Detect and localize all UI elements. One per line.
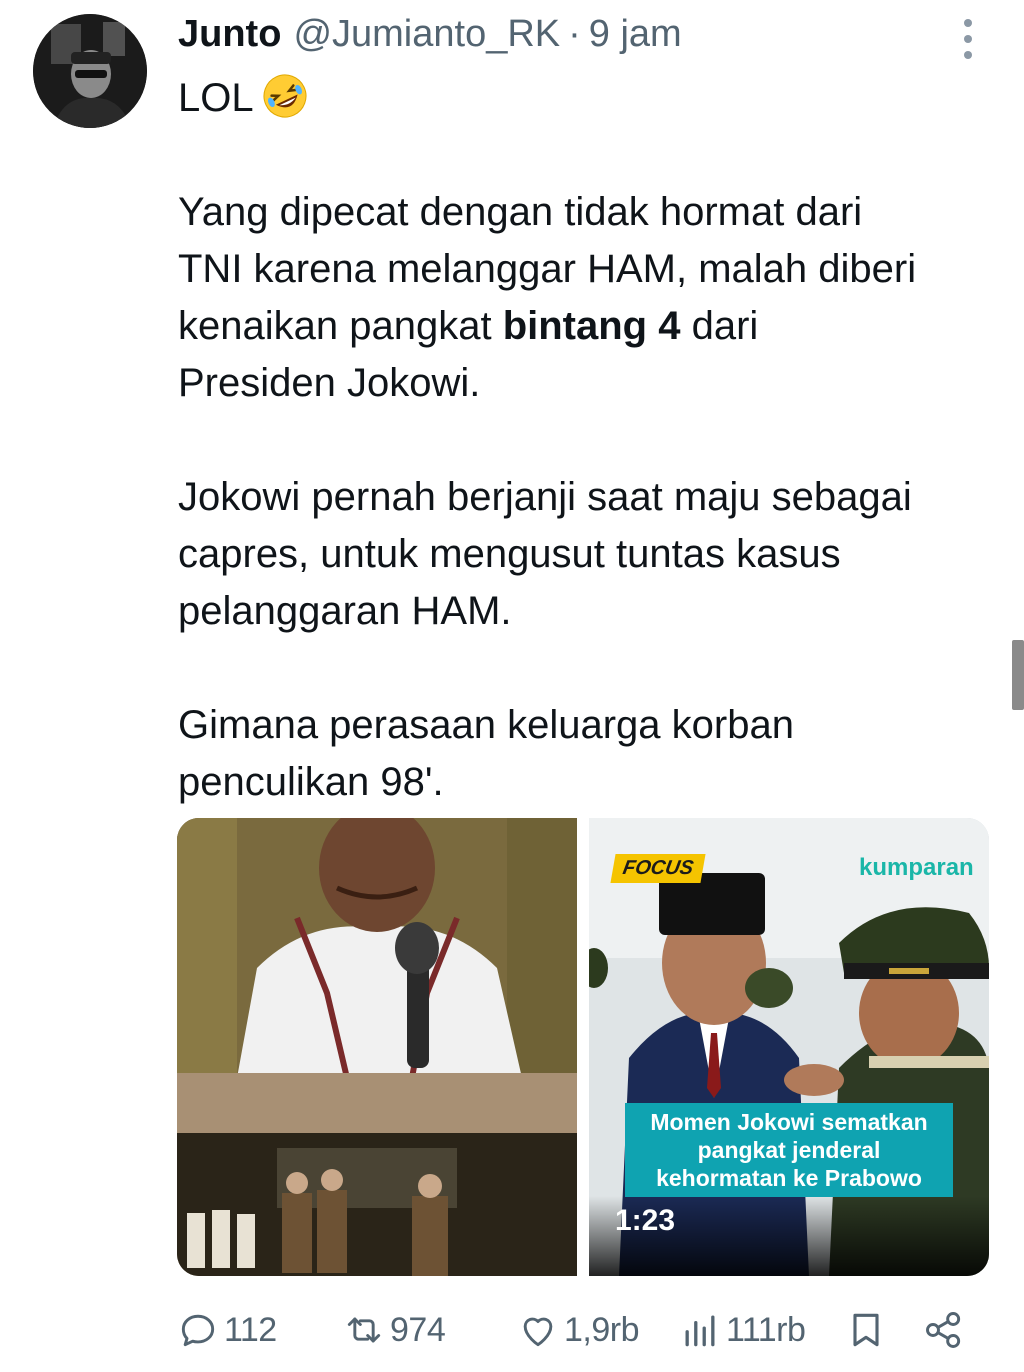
tweet-line: pelanggaran HAM. [178, 589, 512, 633]
kumparan-logo: kumparan [859, 854, 974, 881]
tweet-timestamp[interactable]: 9 jam [589, 13, 682, 56]
author-avatar[interactable] [33, 14, 147, 128]
repost-button[interactable]: 974 [342, 1300, 446, 1360]
caption-line: Momen Jokowi sematkan [650, 1109, 928, 1135]
reply-count: 112 [224, 1310, 277, 1349]
like-icon [523, 1317, 553, 1347]
share-icon [926, 1312, 961, 1348]
tweet-line: Gimana perasaan keluarga korban [178, 703, 794, 747]
rolling-laughing-emoji-icon [262, 73, 308, 119]
repost-icon [347, 1317, 381, 1343]
like-button[interactable]: 1,9rb [516, 1300, 640, 1360]
more-dot [964, 51, 972, 59]
tweet-line: TNI karena melanggar HAM, malah diberi [178, 247, 917, 291]
tweet-line: Yang dipecat dengan tidak hormat dari [178, 190, 863, 234]
tweet-line: LOL [178, 70, 998, 127]
tweet-line: Jokowi pernah berjanji saat maju sebagai [178, 475, 912, 519]
video-duration: 1:23 [615, 1204, 676, 1237]
reply-button[interactable]: 112 [176, 1300, 277, 1360]
more-options-icon[interactable] [948, 14, 988, 64]
video-caption: Momen Jokowi sematkan pangkat jenderal k… [625, 1103, 953, 1197]
caption-line: pangkat jenderal [697, 1137, 881, 1163]
author-name[interactable]: Junto [178, 13, 281, 56]
views-count: 111rb [726, 1310, 806, 1349]
repost-count: 974 [390, 1310, 446, 1349]
tweet-text-segment: kenaikan pangkat [178, 304, 503, 348]
scrollbar[interactable] [1012, 640, 1024, 710]
tweet-line: Presiden Jokowi. [178, 361, 481, 405]
like-count: 1,9rb [564, 1310, 640, 1349]
tweet-line: penculikan 98'. [178, 760, 444, 804]
bold-text: bintang 4 [502, 304, 681, 348]
author-handle[interactable]: @Jumianto_RK [293, 13, 560, 56]
media-video-right[interactable]: FOCUS kumparan Momen Jokowi sematkan pan… [589, 818, 989, 1276]
views-button[interactable]: 111rb [678, 1300, 806, 1360]
more-dot [964, 19, 972, 27]
tweet-header: Junto @Jumianto_RK · 9 jam [178, 10, 682, 58]
tweet-line: kenaikan pangkat bintang 4 dari [178, 298, 998, 355]
bookmark-button[interactable] [844, 1300, 888, 1360]
bookmark-icon [853, 1313, 879, 1347]
header-separator: · [568, 12, 581, 55]
more-dot [964, 35, 972, 43]
tweet-media: FOCUS kumparan Momen Jokowi sematkan pan… [177, 818, 989, 1276]
focus-tag: FOCUS [610, 854, 706, 883]
lol-text: LOL [178, 76, 254, 120]
media-photo-left[interactable] [177, 818, 577, 1276]
views-icon [685, 1315, 715, 1347]
reply-icon [181, 1314, 215, 1347]
tweet-text: LOL Yang dipecat dengan tidak hormat dar… [178, 70, 998, 811]
share-button[interactable] [922, 1300, 966, 1360]
caption-line: kehormatan ke Prabowo [656, 1165, 922, 1191]
tweet-line: capres, untuk mengusut tuntas kasus [178, 532, 841, 576]
tweet-actions: 112 974 1,9rb 111rb [176, 1300, 976, 1360]
tweet-text-segment: dari [680, 304, 759, 348]
